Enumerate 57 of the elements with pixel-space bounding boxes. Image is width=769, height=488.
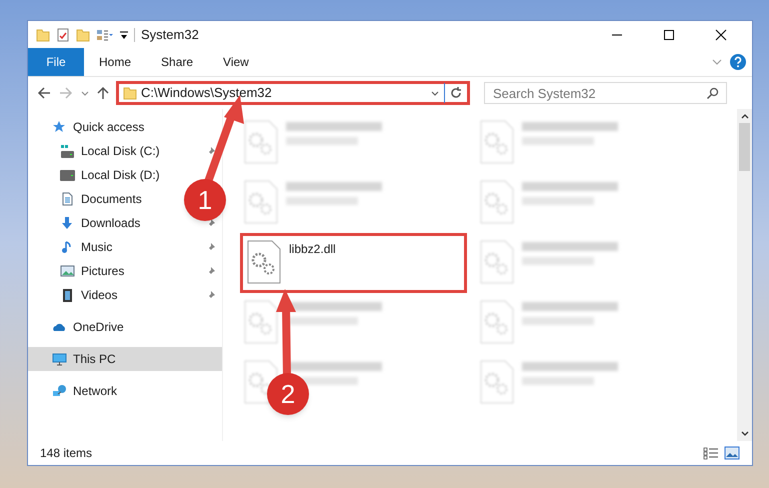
ribbon-tab[interactable]: Share — [146, 48, 208, 76]
ribbon-tab[interactable]: View — [208, 48, 264, 76]
blurred-file-icon — [480, 240, 514, 284]
sidebar-item[interactable]: This PC — [28, 347, 222, 371]
details-view-icon[interactable] — [702, 446, 720, 460]
sidebar-item[interactable]: Quick access — [28, 115, 150, 139]
diskc-icon — [60, 144, 75, 158]
address-bar[interactable]: C:\Windows\System32 — [116, 81, 470, 105]
network-icon — [52, 384, 67, 398]
search-icon[interactable] — [706, 87, 719, 100]
videos-icon — [60, 288, 75, 302]
sidebar-item[interactable]: Local Disk (C:) — [28, 139, 222, 163]
gear-file-icon — [247, 240, 281, 284]
blurred-text-bar — [522, 257, 594, 265]
blurred-file-icon — [244, 300, 278, 344]
dropdown-icon[interactable] — [120, 30, 128, 40]
address-path: C:\Windows\System32 — [141, 84, 273, 102]
blurred-text-bar — [522, 197, 594, 205]
pc-icon — [52, 352, 67, 366]
ribbon-tab[interactable]: File — [28, 48, 84, 76]
blurred-file-icon — [480, 300, 514, 344]
quick-icon — [52, 120, 67, 134]
blurred-file-icon — [480, 120, 514, 164]
downloads-icon — [60, 216, 75, 230]
blurred-text-bar — [522, 377, 594, 385]
blurred-text-bar — [522, 137, 594, 145]
blurred-text-bar — [522, 317, 594, 325]
sidebar-item[interactable]: Videos — [28, 283, 222, 307]
blurred-file-icon — [480, 360, 514, 404]
layout-icon[interactable] — [96, 28, 114, 42]
file-item[interactable]: libbz2.dll — [240, 233, 467, 293]
back-icon[interactable] — [36, 86, 52, 100]
scrollbar[interactable] — [737, 109, 752, 441]
sidebar-item[interactable]: Pictures — [28, 259, 222, 283]
pictures-icon — [60, 264, 75, 278]
sidebar-item[interactable]: Documents — [28, 187, 148, 211]
search-field[interactable]: Search System32 — [484, 82, 727, 104]
blurred-file-icon — [244, 180, 278, 224]
item-count: 148 items — [40, 445, 92, 462]
window-title: System32 — [141, 26, 199, 44]
sidebar-item[interactable]: OneDrive — [28, 315, 130, 339]
thumbnail-view-icon[interactable] — [724, 446, 740, 460]
blurred-file-icon — [244, 120, 278, 164]
docs-icon — [60, 192, 75, 206]
scrollbar-thumb[interactable] — [739, 123, 750, 171]
ribbon-tab[interactable]: Home — [84, 48, 146, 76]
blurred-text-bar — [286, 137, 358, 145]
folder-icon — [123, 86, 137, 100]
blurred-file-icon — [480, 180, 514, 224]
properties-icon[interactable] — [56, 28, 70, 42]
blurred-text-bar — [286, 197, 358, 205]
up-icon[interactable] — [96, 86, 110, 100]
help-icon[interactable] — [730, 54, 746, 70]
sidebar-item[interactable]: Music — [28, 235, 222, 259]
sidebar-item[interactable]: Local Disk (D:) — [28, 163, 166, 187]
refresh-icon[interactable] — [449, 86, 463, 100]
sidebar-item[interactable]: Network — [28, 379, 124, 403]
